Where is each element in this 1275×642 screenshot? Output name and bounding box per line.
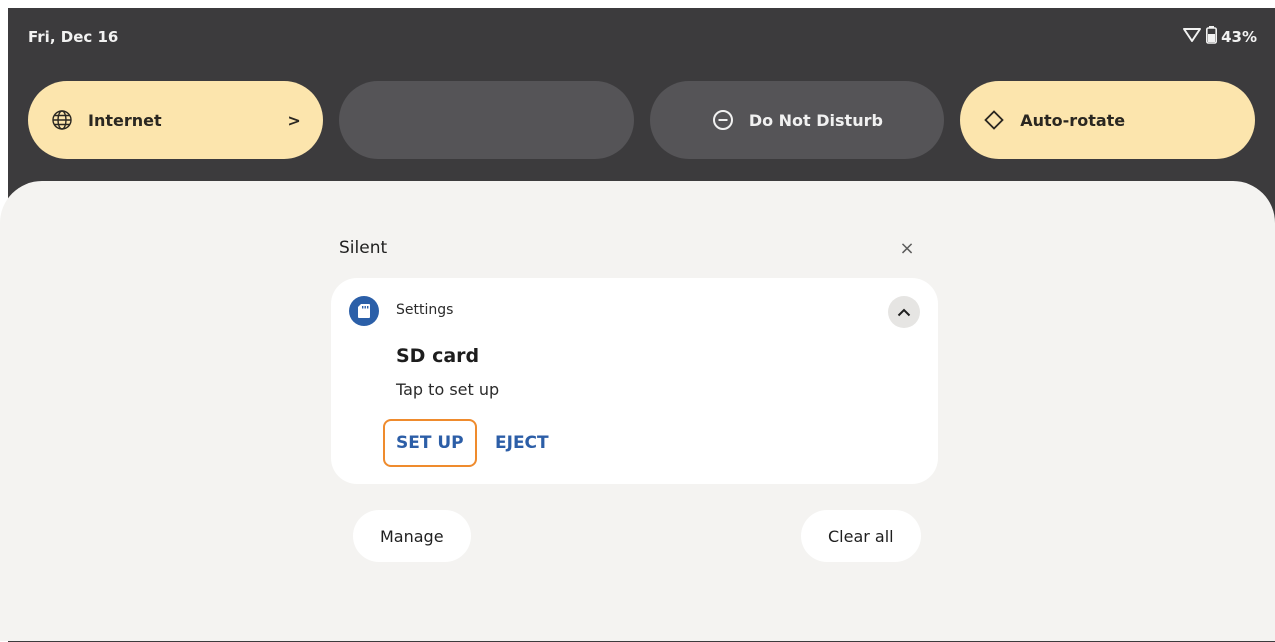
status-icons: 43% — [1182, 26, 1257, 48]
sd-card-icon — [349, 296, 379, 326]
battery-percentage: 43% — [1221, 28, 1257, 46]
tile-auto-rotate-label: Auto-rotate — [1020, 110, 1126, 130]
tile-internet[interactable]: Internet > — [28, 81, 323, 159]
set-up-button[interactable]: SET UP — [383, 419, 477, 467]
status-date: Fri, Dec 16 — [28, 28, 119, 46]
notification-title: SD card — [396, 345, 480, 367]
quick-settings-tiles: Internet > Do Not Disturb Auto-rotate — [28, 81, 1255, 159]
section-title: Silent — [339, 238, 388, 258]
eject-button[interactable]: EJECT — [495, 419, 549, 467]
rotate-icon — [982, 108, 1006, 132]
silent-section-header: Silent × — [339, 228, 919, 268]
status-bar: Fri, Dec 16 43% — [8, 8, 1275, 72]
tile-do-not-disturb[interactable]: Do Not Disturb — [649, 81, 945, 159]
globe-icon — [50, 108, 74, 132]
chevron-right-icon: > — [287, 110, 301, 130]
wifi-icon — [1182, 27, 1202, 47]
manage-button[interactable]: Manage — [353, 510, 471, 562]
notification-app-name: Settings — [396, 302, 454, 318]
clear-all-button[interactable]: Clear all — [801, 510, 921, 562]
tile-dnd-label: Do Not Disturb — [748, 110, 883, 130]
tile-auto-rotate[interactable]: Auto-rotate — [960, 81, 1255, 159]
notification-text: Tap to set up — [396, 380, 500, 399]
tile-empty[interactable] — [338, 81, 634, 159]
do-not-disturb-icon — [711, 108, 735, 132]
sd-card-notification[interactable]: Settings SD card Tap to set up SET UP EJ… — [331, 278, 938, 484]
battery-icon — [1206, 26, 1218, 48]
close-icon[interactable]: × — [895, 238, 919, 259]
tile-internet-label: Internet — [88, 110, 162, 130]
chevron-up-icon[interactable] — [888, 296, 920, 328]
